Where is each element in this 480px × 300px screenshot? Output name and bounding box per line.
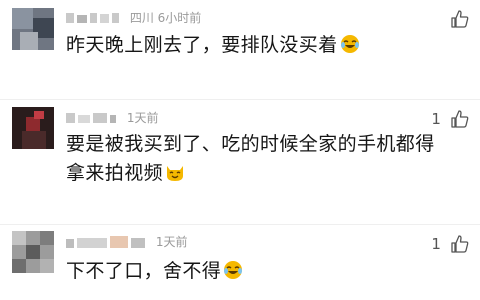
thumbs-up-icon — [451, 9, 469, 28]
username[interactable] — [66, 112, 119, 124]
like-button[interactable]: 1 — [431, 108, 470, 128]
like-button[interactable]: 1 — [431, 233, 470, 253]
avatar[interactable] — [12, 107, 54, 149]
comment-meta: 四川 6小时前 — [66, 9, 201, 25]
comment-text: 要是被我买到了、吃的时候全家的手机都得拿来拍视频 — [66, 130, 452, 188]
laughing-tears-emoji — [224, 261, 243, 279]
comment-meta: 1天前 — [66, 109, 158, 125]
avatar[interactable] — [12, 8, 54, 50]
like-button[interactable] — [441, 8, 470, 28]
location-time: 四川 6小时前 — [129, 11, 202, 25]
comment-body: 下不了口，舍不得 — [66, 260, 222, 282]
comment-body: 要是被我买到了、吃的时候全家的手机都得拿来拍视频 — [66, 133, 435, 184]
comment-text: 昨天晚上刚去了，要排队没买着 — [66, 31, 452, 60]
comment-item: 四川 6小时前 昨天晚上刚去了，要排队没买着 — [0, 0, 480, 100]
like-count: 1 — [431, 234, 441, 253]
username[interactable] — [66, 12, 122, 24]
username[interactable] — [66, 235, 148, 248]
comment-text: 下不了口，舍不得 — [66, 257, 452, 286]
comment-time: 1天前 — [155, 235, 188, 249]
cat-smile-emoji — [167, 166, 184, 181]
avatar[interactable] — [12, 231, 54, 273]
like-count: 1 — [431, 109, 441, 128]
comment-body: 昨天晚上刚去了，要排队没买着 — [66, 34, 338, 56]
laughing-tears-emoji — [340, 35, 359, 53]
comment-item: 1天前 下不了口，舍不得 1 — [0, 225, 480, 300]
comment-meta: 1天前 — [66, 233, 187, 249]
thumbs-up-icon — [451, 234, 469, 253]
comment-time: 1天前 — [126, 111, 159, 125]
thumbs-up-icon — [451, 109, 469, 128]
comment-item: 1天前 要是被我买到了、吃的时候全家的手机都得拿来拍视频 1 — [0, 100, 480, 224]
